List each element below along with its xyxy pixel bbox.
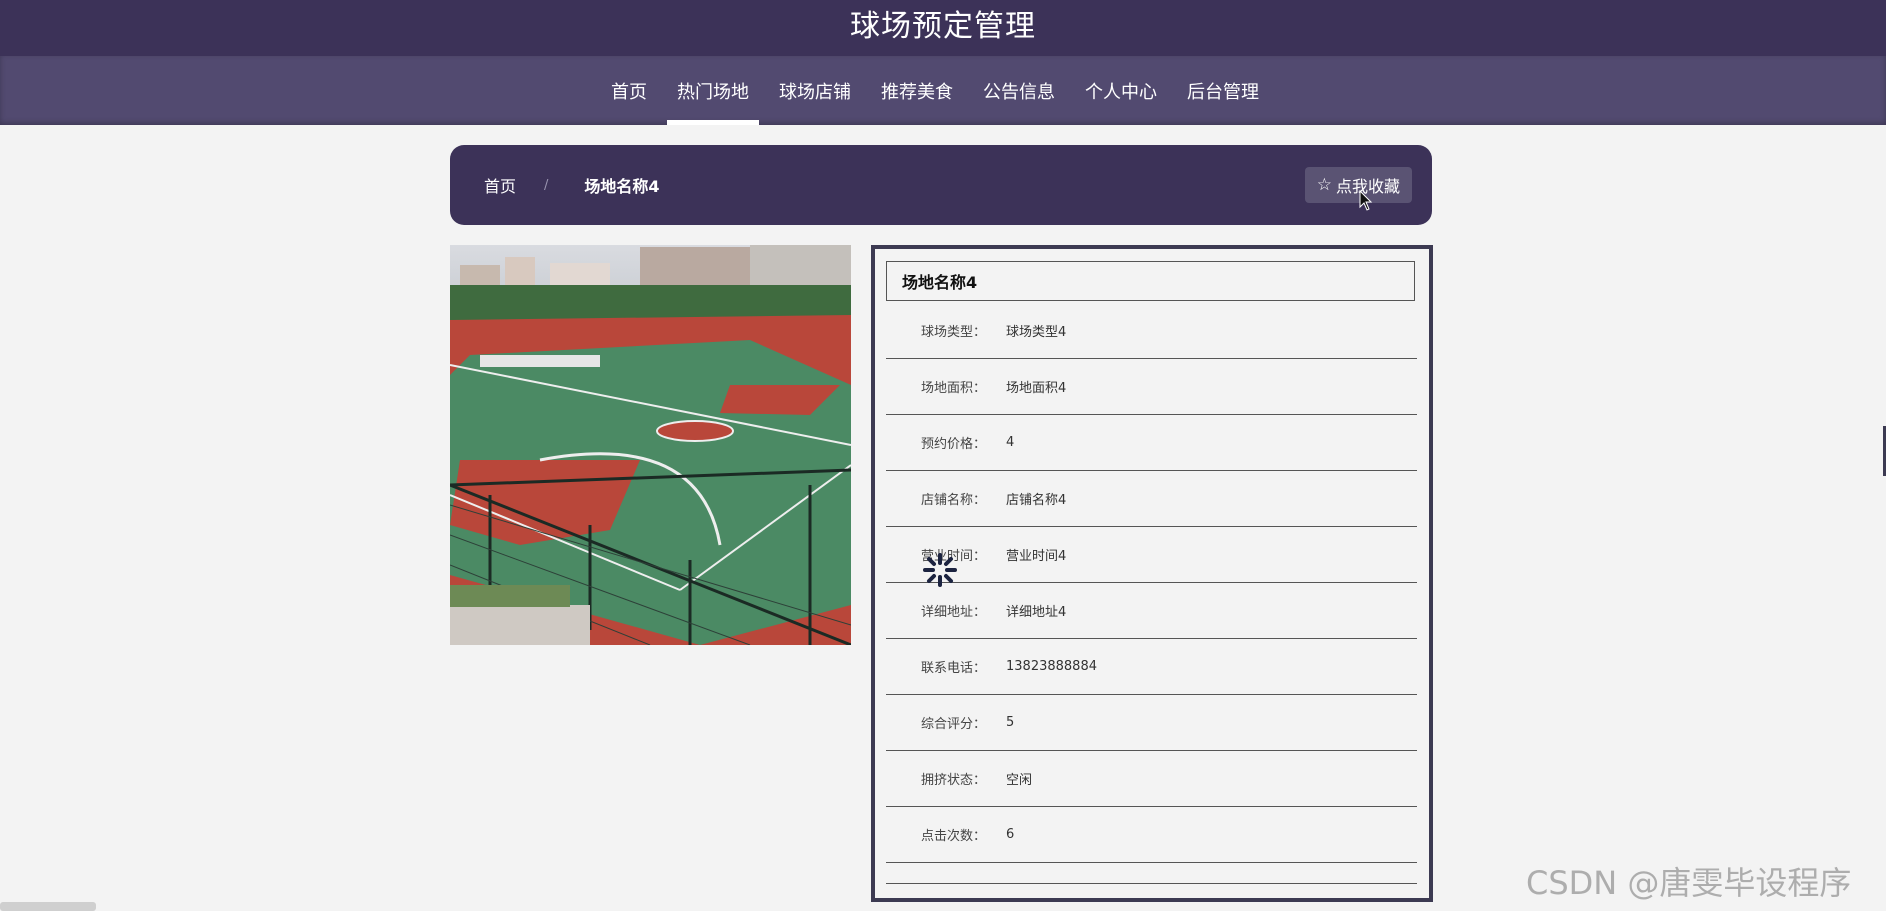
field-value: 5 <box>1006 715 1015 730</box>
field-value: 球场类型4 <box>1006 325 1067 340</box>
field-label: 店铺名称： <box>920 493 986 508</box>
breadcrumb-current: 场地名称4 <box>584 177 660 196</box>
field-label: 球场类型： <box>920 325 986 340</box>
breadcrumb-bar: 首页 / 场地名称4 ☆ 点我收藏 <box>450 145 1432 225</box>
field-value: 营业时间4 <box>1006 549 1067 564</box>
detail-row-address: 详细地址： 详细地址4 <box>886 583 1417 639</box>
nav-item-admin[interactable]: 后台管理 <box>1177 56 1269 125</box>
field-label: 拥挤状态： <box>920 773 986 788</box>
field-label: 预约价格： <box>920 437 986 452</box>
nav-item-announcements[interactable]: 公告信息 <box>973 56 1065 125</box>
breadcrumb-home[interactable]: 首页 <box>484 173 516 197</box>
csdn-watermark: CSDN @唐雯毕设程序 <box>1526 864 1852 902</box>
nav-item-recommended-food[interactable]: 推荐美食 <box>871 56 963 125</box>
star-outline-icon: ☆ <box>1316 175 1332 195</box>
detail-row-crowd-status: 拥挤状态： 空闲 <box>886 751 1417 807</box>
site-title: 球场预定管理 <box>850 9 1036 44</box>
field-value: 店铺名称4 <box>1006 493 1067 508</box>
detail-row-phone: 联系电话： 13823888884 <box>886 639 1417 695</box>
field-label: 详细地址： <box>920 605 986 620</box>
breadcrumb-separator: / <box>544 177 549 193</box>
field-value: 详细地址4 <box>1006 605 1067 620</box>
field-value: 4 <box>1006 435 1015 450</box>
loading-spinner-icon <box>923 553 957 587</box>
detail-row-click-count: 点击次数： 6 <box>886 807 1417 863</box>
field-value: 空闲 <box>1006 773 1033 788</box>
horizontal-scrollbar[interactable] <box>0 902 96 911</box>
detail-row-shop-name: 店铺名称： 店铺名称4 <box>886 471 1417 527</box>
field-label: 场地面积： <box>920 381 986 396</box>
nav-item-personal-center[interactable]: 个人中心 <box>1075 56 1167 125</box>
detail-row-business-hours: 营业时间： 营业时间4 <box>886 527 1417 583</box>
main-nav: 首页 热门场地 球场店铺 推荐美食 公告信息 个人中心 后台管理 <box>0 56 1886 125</box>
field-value: 场地面积4 <box>1006 381 1067 396</box>
detail-row-area: 场地面积： 场地面积4 <box>886 359 1417 415</box>
nav-list: 首页 热门场地 球场店铺 推荐美食 公告信息 个人中心 后台管理 <box>601 56 1279 125</box>
venue-photo <box>450 245 851 645</box>
divider <box>886 883 1417 884</box>
mouse-cursor-icon <box>1359 190 1373 211</box>
detail-row-rating: 综合评分： 5 <box>886 695 1417 751</box>
field-value: 13823888884 <box>1006 659 1097 674</box>
field-value: 6 <box>1006 827 1015 842</box>
field-label: 综合评分： <box>920 717 986 732</box>
nav-item-hot-venues[interactable]: 热门场地 <box>667 56 759 125</box>
venue-name-title: 场地名称4 <box>886 261 1415 301</box>
field-label: 点击次数： <box>920 829 986 844</box>
detail-row-court-type: 球场类型： 球场类型4 <box>886 303 1417 359</box>
breadcrumb: 首页 / 场地名称4 <box>484 145 660 225</box>
site-header: 球场预定管理 <box>0 0 1886 56</box>
field-label: 联系电话： <box>920 661 986 676</box>
nav-item-home[interactable]: 首页 <box>601 56 657 125</box>
detail-field-list: 球场类型： 球场类型4 场地面积： 场地面积4 预约价格： 4 店铺名称： 店铺… <box>886 303 1417 863</box>
nav-item-court-shops[interactable]: 球场店铺 <box>769 56 861 125</box>
detail-row-price: 预约价格： 4 <box>886 415 1417 471</box>
